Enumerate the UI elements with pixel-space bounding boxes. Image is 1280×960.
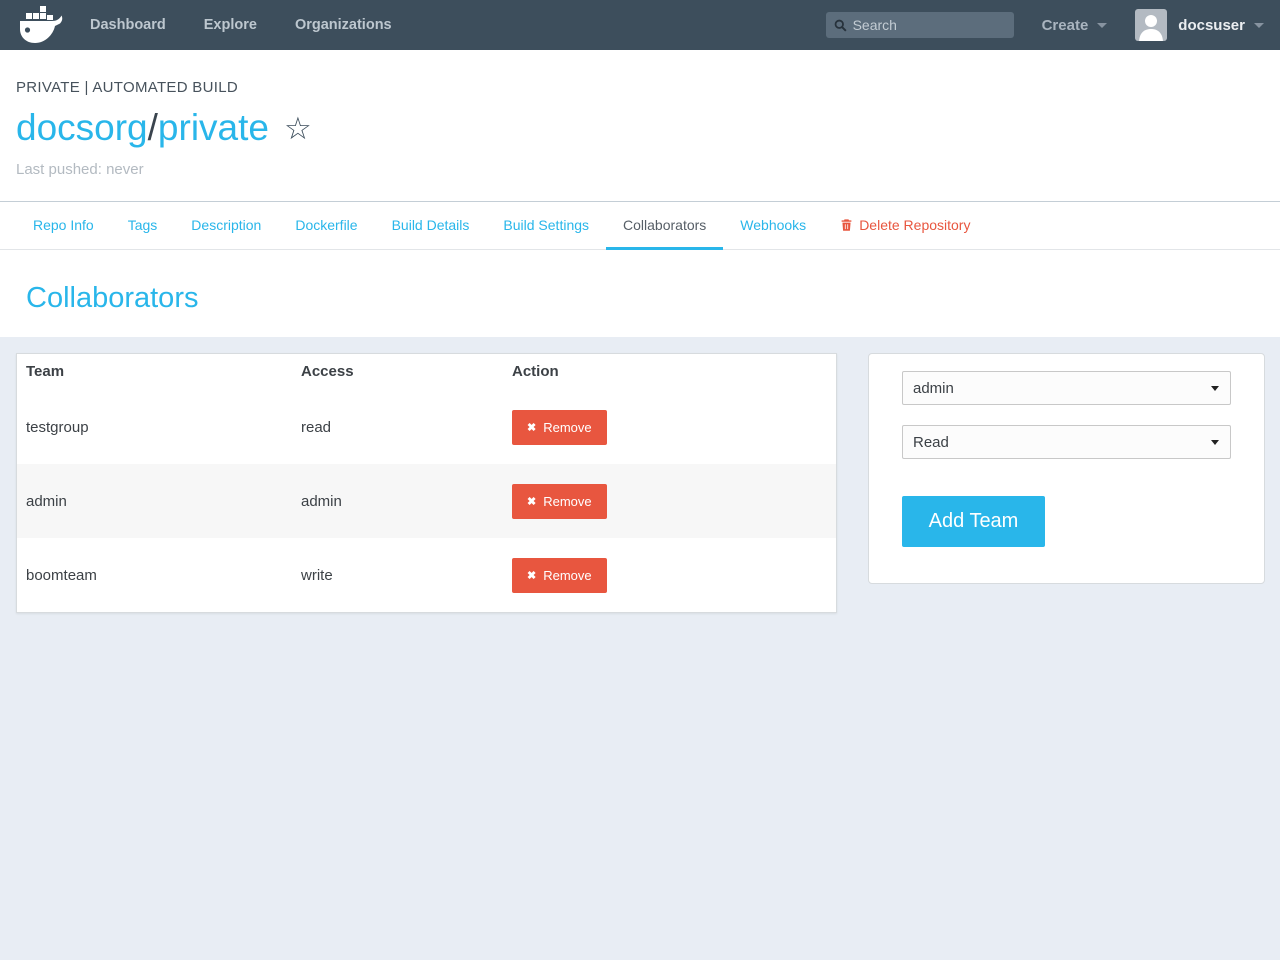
nav-explore[interactable]: Explore bbox=[204, 17, 257, 33]
repo-name: private bbox=[158, 107, 269, 148]
table-row: boomteam write ✖ Remove bbox=[17, 538, 836, 612]
tab-webhooks[interactable]: Webhooks bbox=[723, 202, 823, 250]
trash-icon bbox=[840, 218, 853, 232]
repo-title: docsorg/private bbox=[16, 107, 269, 149]
team-name: boomteam bbox=[26, 567, 301, 584]
person-icon bbox=[1135, 11, 1167, 41]
repo-tabbar: Repo Info Tags Description Dockerfile Bu… bbox=[0, 201, 1280, 250]
tab-build-details[interactable]: Build Details bbox=[375, 202, 487, 250]
tab-collaborators[interactable]: Collaborators bbox=[606, 202, 723, 250]
tab-delete-repository[interactable]: Delete Repository bbox=[823, 202, 987, 250]
access-level: read bbox=[301, 419, 512, 436]
tab-build-settings[interactable]: Build Settings bbox=[486, 202, 606, 250]
team-name: testgroup bbox=[26, 419, 301, 436]
team-name: admin bbox=[26, 493, 301, 510]
docker-whale-logo-icon[interactable] bbox=[16, 3, 66, 47]
remove-button[interactable]: ✖ Remove bbox=[512, 484, 607, 519]
remove-label: Remove bbox=[543, 420, 591, 435]
page-title: Collaborators bbox=[26, 282, 1264, 315]
heading-band: Collaborators bbox=[0, 250, 1280, 337]
add-team-button[interactable]: Add Team bbox=[902, 496, 1045, 547]
repo-header: PRIVATE | AUTOMATED BUILD docsorg/privat… bbox=[0, 50, 1280, 201]
collaborators-table: Team Access Action testgroup read ✖ Remo… bbox=[16, 353, 837, 613]
x-icon: ✖ bbox=[527, 421, 536, 434]
column-header-team: Team bbox=[26, 363, 301, 380]
team-select[interactable]: admin bbox=[902, 371, 1231, 405]
access-select-wrap: Read bbox=[902, 425, 1231, 459]
tab-dockerfile[interactable]: Dockerfile bbox=[278, 202, 374, 250]
nav-organizations[interactable]: Organizations bbox=[295, 17, 392, 33]
remove-button[interactable]: ✖ Remove bbox=[512, 558, 607, 593]
remove-label: Remove bbox=[543, 494, 591, 509]
delete-repository-label: Delete Repository bbox=[859, 217, 970, 233]
x-icon: ✖ bbox=[527, 495, 536, 508]
repo-namespace-link[interactable]: docsorg bbox=[16, 107, 148, 148]
table-header-row: Team Access Action bbox=[17, 354, 836, 390]
user-dropdown[interactable]: docsuser bbox=[1178, 17, 1264, 34]
access-level: admin bbox=[301, 493, 512, 510]
x-icon: ✖ bbox=[527, 569, 536, 582]
tab-description[interactable]: Description bbox=[174, 202, 278, 250]
main-content: Team Access Action testgroup read ✖ Remo… bbox=[0, 337, 1280, 653]
access-level: write bbox=[301, 567, 512, 584]
table-row: admin admin ✖ Remove bbox=[17, 464, 836, 538]
team-select-wrap: admin bbox=[902, 371, 1231, 405]
remove-button[interactable]: ✖ Remove bbox=[512, 410, 607, 445]
repo-badges: PRIVATE | AUTOMATED BUILD bbox=[16, 79, 1264, 96]
create-dropdown[interactable]: Create bbox=[1042, 17, 1108, 34]
caret-down-icon bbox=[1097, 23, 1107, 28]
search-box[interactable] bbox=[826, 12, 1014, 38]
nav-dashboard[interactable]: Dashboard bbox=[90, 17, 166, 33]
caret-down-icon bbox=[1254, 23, 1264, 28]
primary-nav: Dashboard Explore Organizations bbox=[90, 17, 430, 33]
tab-tags[interactable]: Tags bbox=[111, 202, 175, 250]
search-input[interactable] bbox=[853, 17, 1006, 33]
search-icon bbox=[834, 19, 847, 32]
column-header-action: Action bbox=[512, 363, 827, 380]
tab-repo-info[interactable]: Repo Info bbox=[16, 202, 111, 250]
column-header-access: Access bbox=[301, 363, 512, 380]
username: docsuser bbox=[1178, 17, 1245, 34]
last-pushed-text: Last pushed: never bbox=[16, 161, 1264, 201]
table-row: testgroup read ✖ Remove bbox=[17, 390, 836, 464]
repo-title-separator: / bbox=[148, 107, 158, 148]
create-label: Create bbox=[1042, 17, 1089, 34]
remove-label: Remove bbox=[543, 568, 591, 583]
access-select[interactable]: Read bbox=[902, 425, 1231, 459]
add-team-panel: admin Read Add Team bbox=[868, 353, 1265, 584]
user-avatar[interactable] bbox=[1135, 9, 1167, 41]
top-navbar: Dashboard Explore Organizations Create d… bbox=[0, 0, 1280, 50]
star-icon[interactable]: ☆ bbox=[284, 113, 312, 144]
